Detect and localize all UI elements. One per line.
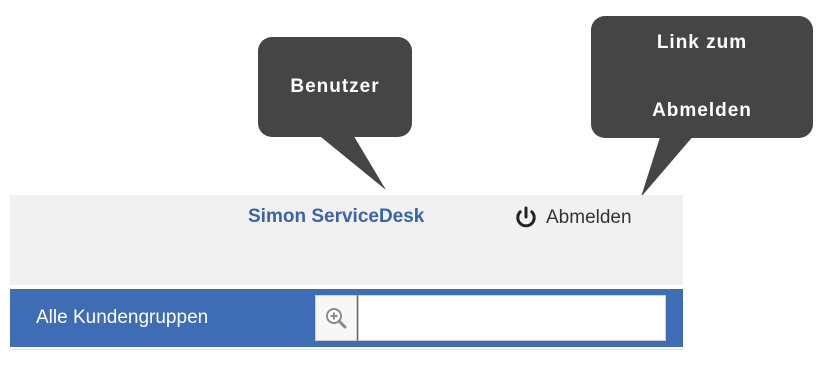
callout-logout-line2: Abmelden (652, 100, 752, 121)
logout-label: Abmelden (546, 207, 632, 228)
callout-user-text: Benutzer (290, 76, 380, 97)
power-icon (516, 206, 536, 228)
callout-user: Benutzer (258, 37, 412, 137)
divider (10, 349, 683, 350)
callout-logout-line1: Link zum (656, 32, 748, 53)
user-name-link[interactable]: Simon ServiceDesk (248, 206, 424, 228)
customer-group-label: Alle Kundengruppen (36, 307, 209, 328)
callout-logout-link: Link zum Abmelden (591, 16, 813, 138)
customer-group-search-input[interactable] (358, 295, 666, 341)
callout-user-tail (316, 133, 386, 190)
zoom-in-icon (326, 308, 347, 329)
logout-button[interactable]: Abmelden (514, 204, 632, 232)
search-button[interactable] (315, 295, 357, 341)
